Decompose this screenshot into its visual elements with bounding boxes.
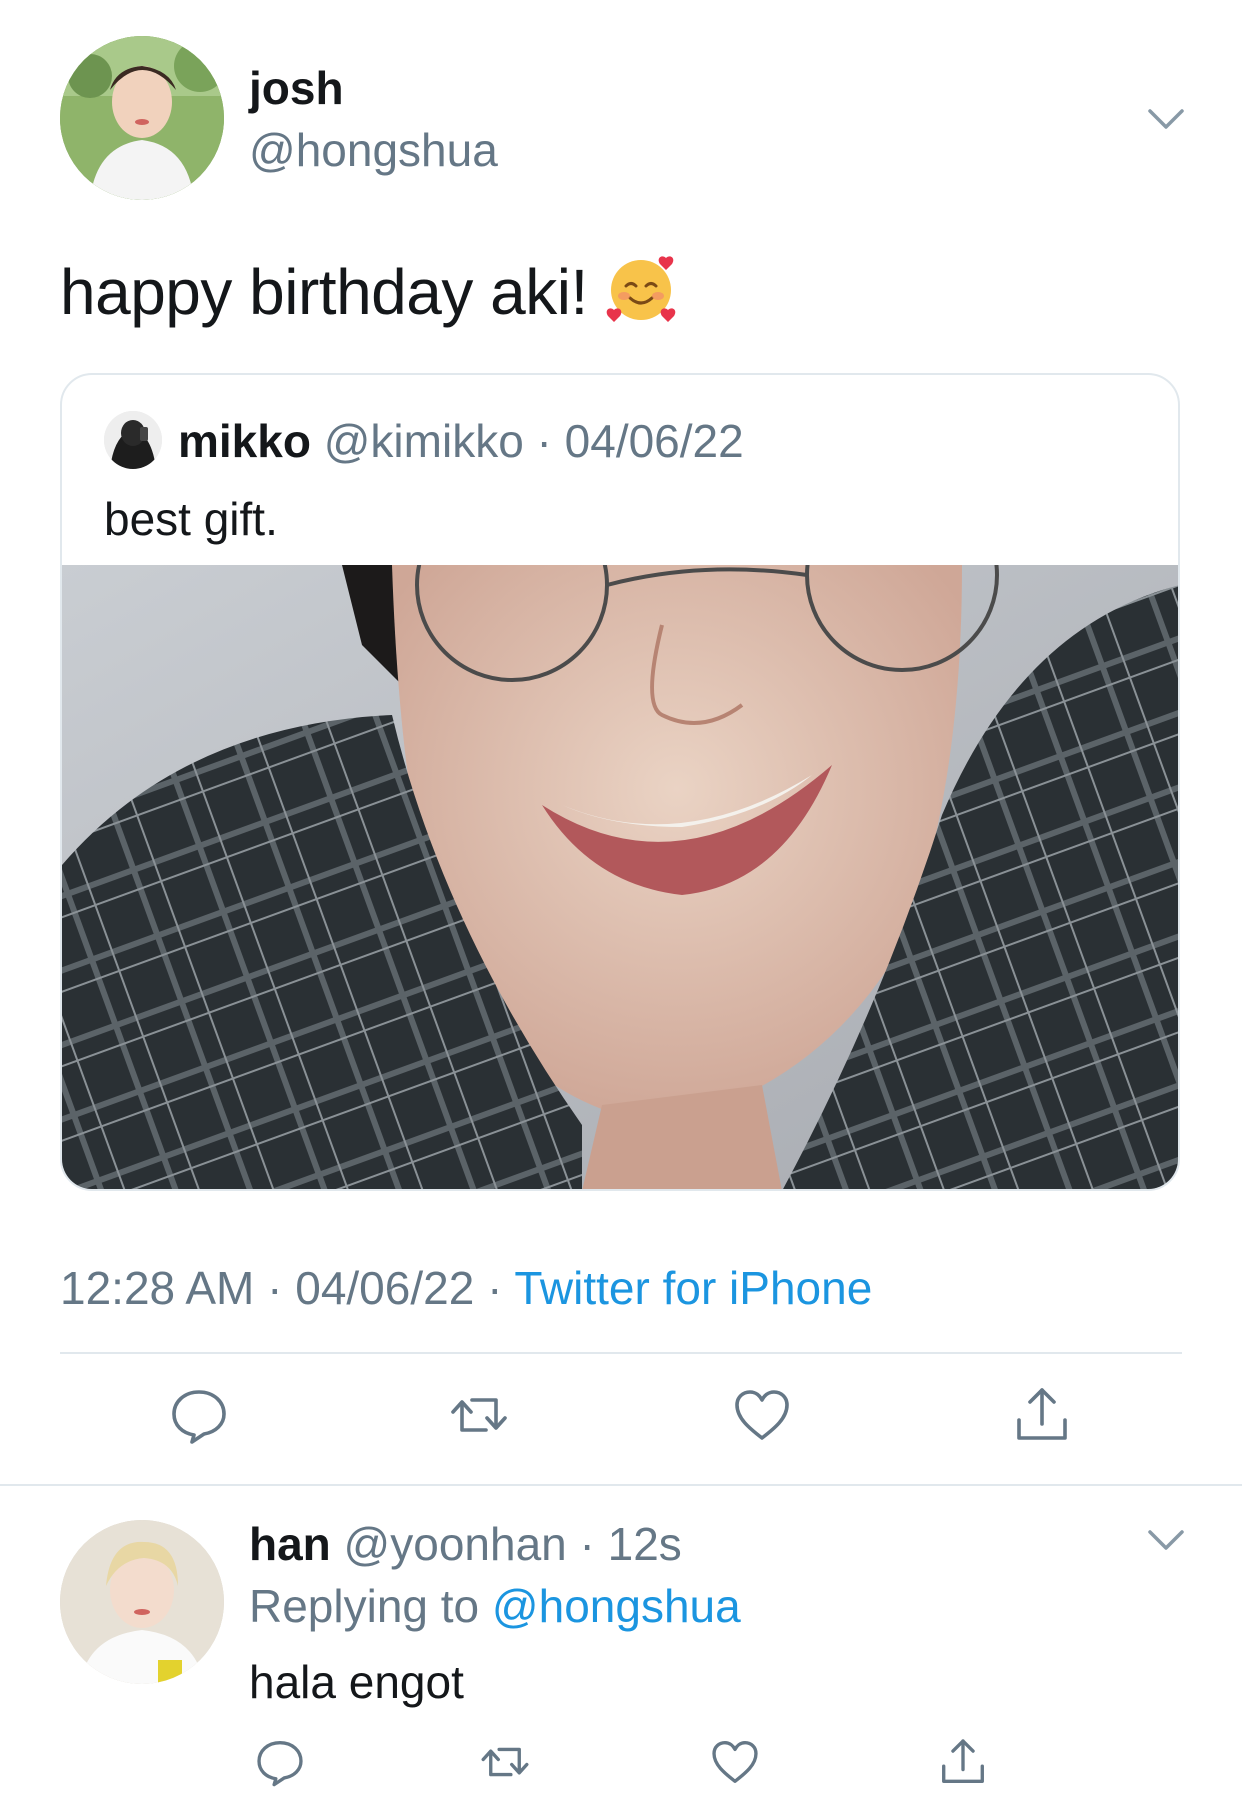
like-icon[interactable] <box>709 1736 761 1788</box>
retweet-icon[interactable] <box>479 1736 531 1788</box>
reply-text: hala engot <box>249 1656 464 1708</box>
replying-to-mention[interactable]: @hongshua <box>492 1580 741 1632</box>
tweet-text: happy birthday aki! <box>60 252 680 332</box>
author-name[interactable]: josh <box>249 60 344 116</box>
author-handle[interactable]: @hongshua <box>249 122 498 178</box>
divider <box>60 1352 1182 1354</box>
chevron-down-icon[interactable] <box>1146 105 1186 133</box>
replying-to-line: Replying to @hongshua <box>249 1578 741 1634</box>
reply-icon[interactable] <box>168 1384 230 1446</box>
quoted-tweet-photo[interactable] <box>62 565 1178 1189</box>
like-icon[interactable] <box>731 1384 793 1446</box>
retweet-icon[interactable] <box>448 1384 510 1446</box>
share-icon[interactable] <box>1011 1384 1073 1446</box>
quoted-author-meta: @kimikko · 04/06/22 <box>310 415 744 467</box>
reply-icon[interactable] <box>254 1736 306 1788</box>
reply-author-meta: @yoonhan · 12s <box>330 1518 682 1570</box>
tweet-text-content: happy birthday aki! <box>60 256 588 328</box>
reply-author-name[interactable]: han <box>249 1518 331 1570</box>
quoted-tweet-text: best gift. <box>104 493 278 545</box>
chevron-down-icon[interactable] <box>1146 1526 1186 1554</box>
reply-author-avatar[interactable] <box>60 1520 224 1684</box>
timestamp-text: 12:28 AM · 04/06/22 · <box>60 1262 515 1314</box>
replying-to-prefix: Replying to <box>249 1580 492 1632</box>
source-link[interactable]: Twitter for iPhone <box>514 1262 872 1314</box>
reply-header: han @yoonhan · 12s <box>249 1516 682 1572</box>
divider <box>0 1484 1242 1486</box>
quoted-tweet-card[interactable]: mikko @kimikko · 04/06/22 best gift. <box>60 373 1180 1191</box>
quoted-author-name: mikko <box>178 415 311 467</box>
quoted-tweet-header: mikko @kimikko · 04/06/22 <box>178 413 744 469</box>
tweet-timestamp: 12:28 AM · 04/06/22 · Twitter for iPhone <box>60 1260 872 1316</box>
share-icon[interactable] <box>937 1736 989 1788</box>
quoted-author-avatar <box>104 411 162 469</box>
smiling-face-with-hearts-icon <box>606 252 680 326</box>
author-avatar[interactable] <box>60 36 224 200</box>
